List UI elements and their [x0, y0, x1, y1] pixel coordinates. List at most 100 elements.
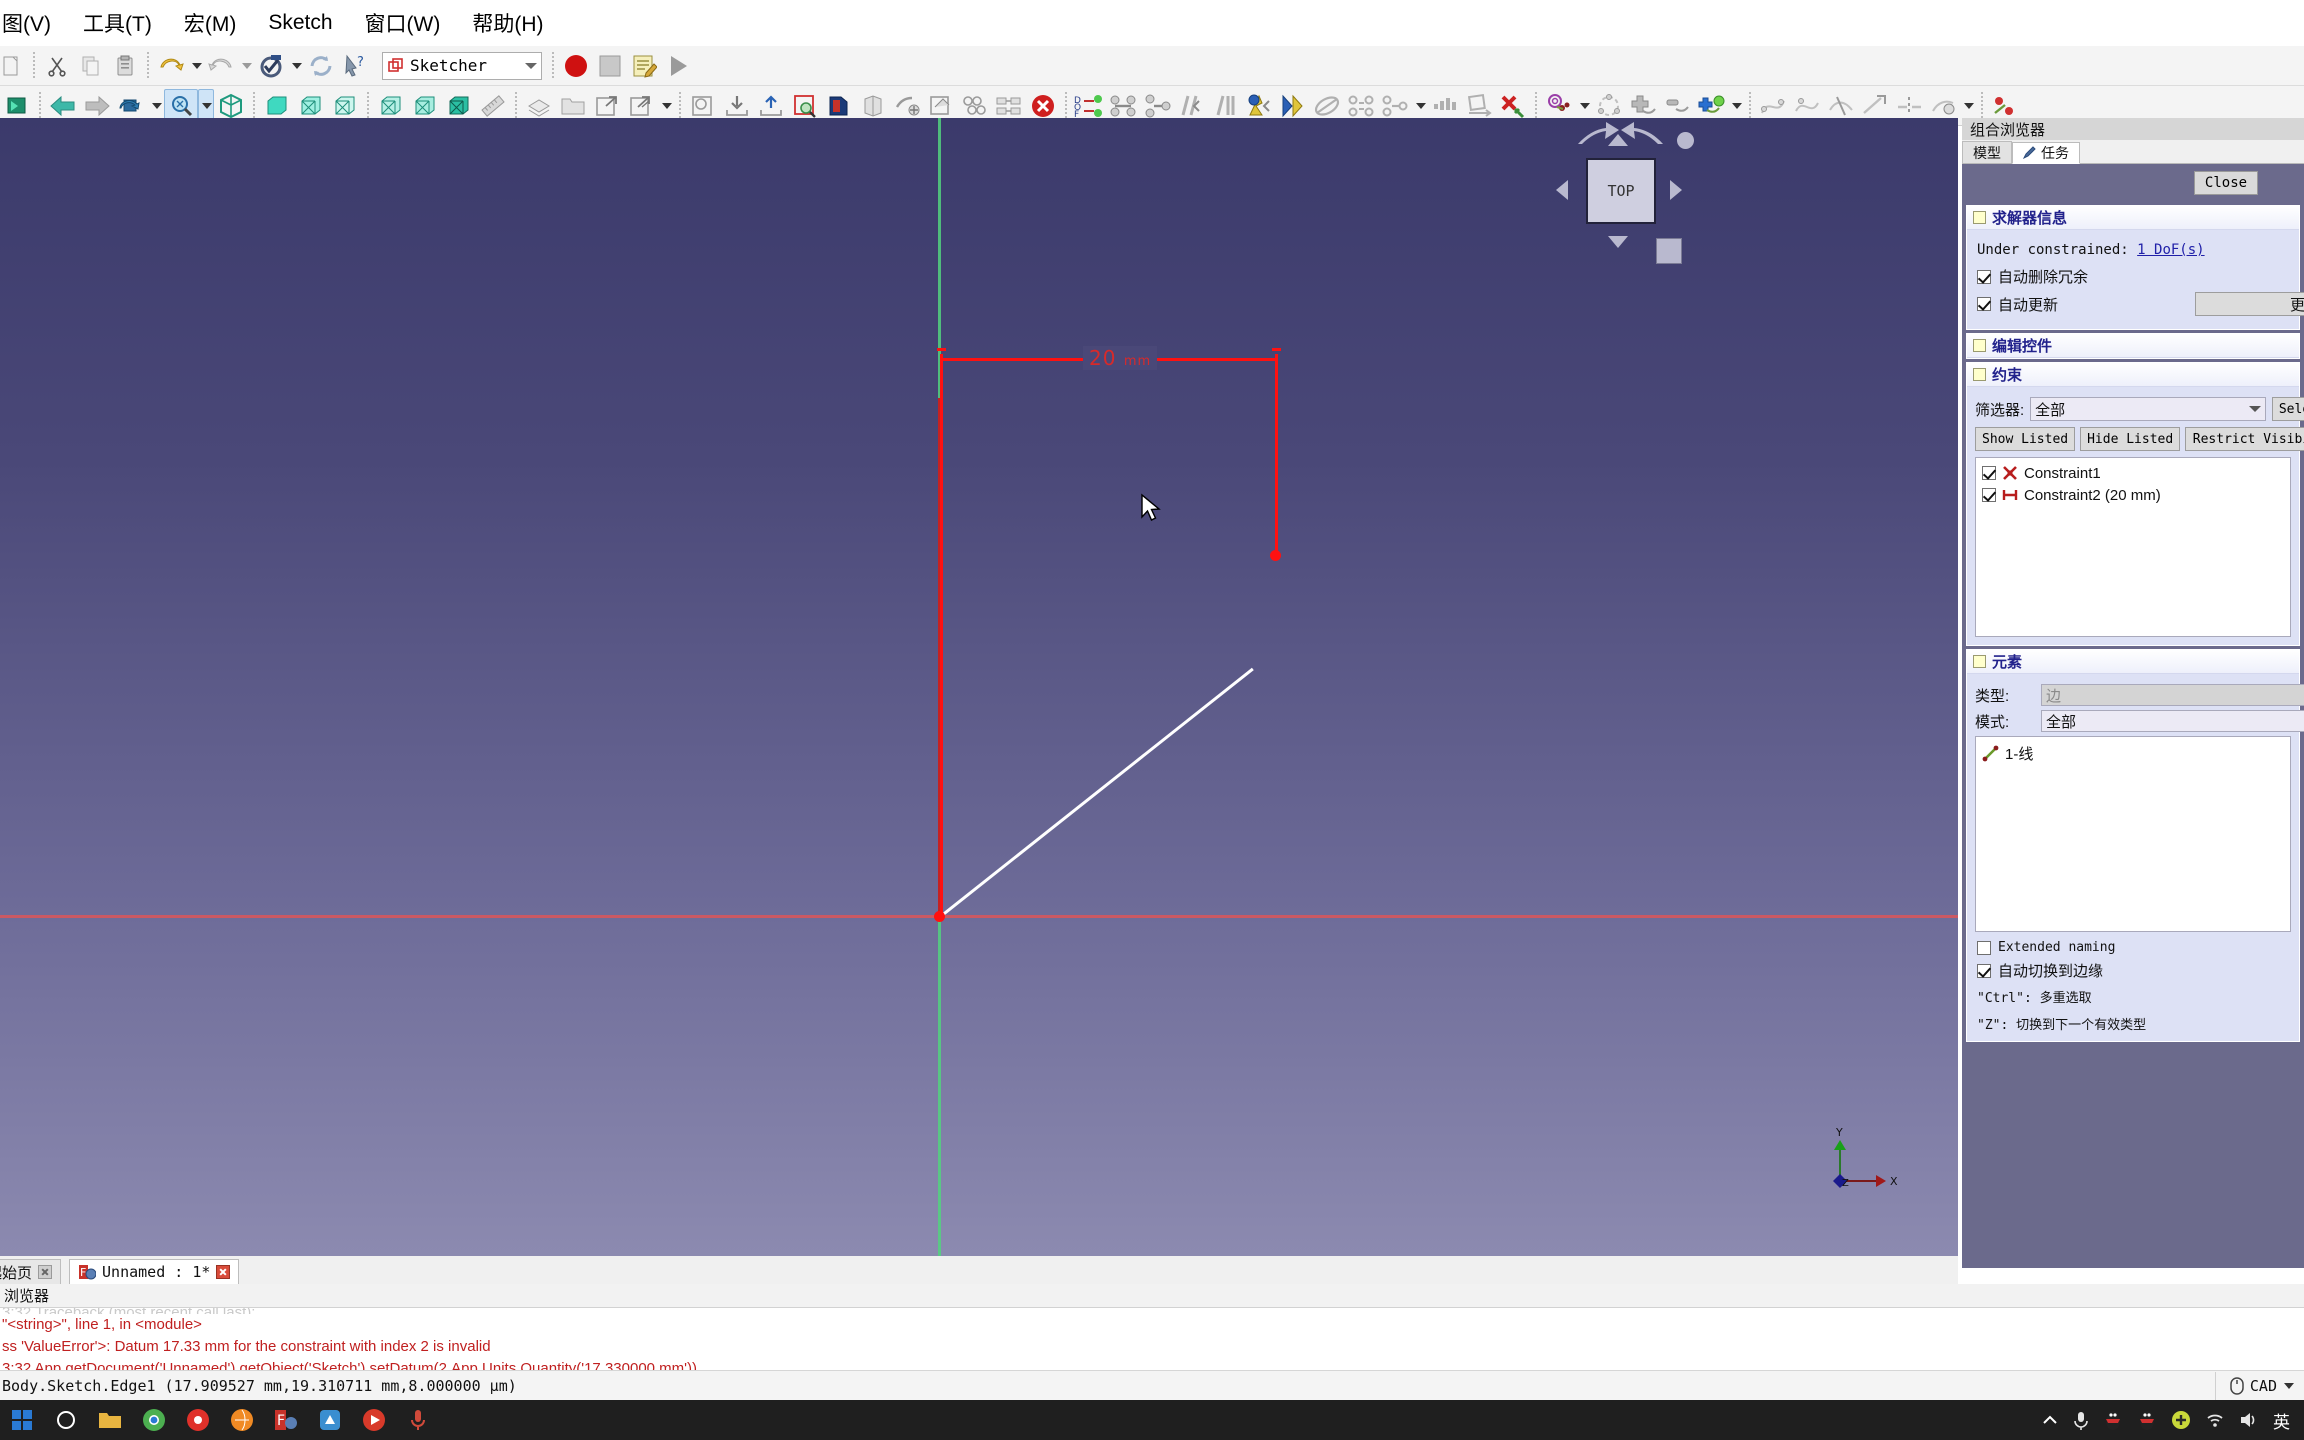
tab-model[interactable]: 模型 [1962, 141, 2012, 163]
edit-controls-header[interactable]: 编辑控件 [1967, 334, 2299, 358]
macro-record-button[interactable] [559, 49, 593, 83]
refresh-check-icon[interactable] [254, 49, 288, 83]
elements-header[interactable]: 元素 [1967, 650, 2299, 674]
add-plus-icon[interactable] [2171, 1410, 2191, 1430]
workbench-selector[interactable]: Sketcher [382, 51, 542, 80]
toolbar-separator [253, 91, 255, 120]
hide-listed-button[interactable]: Hide Listed [2080, 427, 2181, 451]
list-item[interactable]: Constraint1 [1978, 462, 2288, 484]
microphone-icon[interactable] [2073, 1410, 2089, 1430]
undo-dropdown-arrow[interactable] [188, 49, 204, 83]
auto-switch-edge-row[interactable]: 自动切换到边缘 [1977, 960, 2291, 981]
whats-this-icon[interactable]: ? [338, 49, 372, 83]
constraints-list[interactable]: Constraint1 Constraint2 (20 mm) [1975, 457, 2291, 637]
doc-tab-start-page-label: 起始页 [0, 1263, 33, 1282]
report-line: 3:32 App.getDocument('Unnamed').getObjec… [2, 1360, 698, 1370]
auto-remove-redundant-row[interactable]: 自动删除冗余 [1977, 266, 2291, 287]
svg-text:Z: Z [1842, 1178, 1849, 1189]
sketch-point-end[interactable] [1270, 550, 1281, 561]
cortana-search-icon[interactable] [44, 1400, 88, 1440]
volume-icon[interactable] [2239, 1411, 2259, 1429]
freecad-taskbar-icon[interactable]: F [264, 1400, 308, 1440]
ime-indicator[interactable]: 英 [2273, 1408, 2290, 1433]
start-button-icon[interactable] [0, 1400, 44, 1440]
menu-macro[interactable]: 宏(M) [168, 4, 252, 42]
cut-icon[interactable] [40, 49, 74, 83]
element-mode-value[interactable]: 全部 [2041, 710, 2304, 732]
toolbar-separator [515, 91, 517, 120]
navigation-cube[interactable]: TOP [1548, 118, 1698, 264]
menu-sketch[interactable]: Sketch [252, 7, 348, 39]
qq-penguin-icon[interactable] [2103, 1410, 2123, 1430]
app-icon[interactable] [308, 1400, 352, 1440]
extended-naming-checkbox[interactable] [1977, 940, 1991, 955]
tab-tasks[interactable]: 任务 [2012, 142, 2080, 164]
group-expand-icon[interactable] [1973, 211, 1986, 224]
auto-switch-edge-checkbox[interactable] [1977, 963, 1991, 978]
sketch-line-edge1[interactable] [940, 667, 1254, 918]
new-doc-icon[interactable] [0, 49, 28, 83]
wifi-icon[interactable] [2205, 1411, 2225, 1429]
microphone-taskbar-icon[interactable] [396, 1400, 440, 1440]
redo-icon[interactable] [204, 49, 238, 83]
media-icon[interactable] [352, 1400, 396, 1440]
dimension-left-tick [937, 348, 946, 351]
dof-link[interactable]: 1 DoF(s) [2137, 242, 2204, 258]
undo-icon[interactable] [154, 49, 188, 83]
close-icon[interactable] [216, 1265, 231, 1279]
navcube-arrows[interactable] [1548, 118, 1698, 258]
constraints-select-button[interactable]: Selec [2271, 397, 2304, 421]
report-view[interactable]: 3:32 Traceback (most recent call last): … [0, 1308, 2304, 1370]
music-player-icon[interactable] [176, 1400, 220, 1440]
constraints-filter-select[interactable]: 全部 [2030, 397, 2266, 421]
extended-naming-row[interactable]: Extended naming [1977, 940, 2291, 955]
dimension-value: 20 [1089, 346, 1117, 370]
redo-dropdown-arrow[interactable] [238, 49, 254, 83]
constraint1-checkbox[interactable] [1982, 466, 1996, 480]
auto-update-checkbox[interactable] [1977, 297, 1991, 311]
copy-icon[interactable] [74, 49, 108, 83]
menu-bar: 图(V) 工具(T) 宏(M) Sketch 窗口(W) 帮助(H) [0, 0, 2304, 46]
auto-remove-redundant-checkbox[interactable] [1977, 269, 1991, 284]
qq-penguin-icon[interactable] [2137, 1410, 2157, 1430]
elements-list[interactable]: 1-线 [1975, 736, 2291, 932]
group-expand-icon[interactable] [1973, 368, 1986, 381]
constraints-header[interactable]: 约束 [1967, 363, 2299, 387]
chevron-down-icon[interactable] [2284, 1382, 2294, 1389]
macro-stop-button[interactable] [593, 49, 627, 83]
browser-icon[interactable] [220, 1400, 264, 1440]
group-expand-icon[interactable] [1973, 339, 1986, 352]
auto-update-row[interactable]: 自动更新 更新 [1977, 292, 2304, 316]
show-listed-button[interactable]: Show Listed [1975, 427, 2076, 451]
menu-tools[interactable]: 工具(T) [67, 4, 168, 42]
solver-messages-header[interactable]: 求解器信息 [1967, 206, 2299, 230]
solver-messages-group: 求解器信息 Under constrained: 1 DoF(s) 自动删除冗余… [1966, 205, 2304, 330]
close-icon[interactable] [38, 1265, 53, 1279]
chevron-up-icon[interactable] [2041, 1413, 2059, 1427]
menu-view[interactable]: 图(V) [0, 4, 67, 42]
macro-edit-icon[interactable] [627, 49, 661, 83]
constraint2-checkbox[interactable] [1982, 488, 1996, 502]
sketch-point-origin[interactable] [934, 911, 945, 922]
doc-tab-start-page[interactable]: 起始页 [0, 1259, 62, 1284]
dimension-right-tick [1272, 348, 1281, 351]
close-button[interactable]: Close [2194, 171, 2258, 195]
list-item[interactable]: 1-线 [1978, 742, 2288, 764]
doc-tab-unnamed[interactable]: F Unnamed : 1* [69, 1259, 240, 1284]
restrict-visibility-button[interactable]: Restrict Visibil [2185, 427, 2304, 451]
macro-execute-button[interactable] [661, 49, 695, 83]
update-button[interactable]: 更新 [2195, 292, 2304, 316]
refresh-dropdown-arrow[interactable] [288, 49, 304, 83]
element-mode-label: 模式: [1975, 713, 2010, 731]
file-explorer-icon[interactable] [88, 1400, 132, 1440]
3d-viewport[interactable]: 20 mm TOP Y X Z [0, 118, 1958, 1256]
chrome-icon[interactable] [132, 1400, 176, 1440]
menu-help[interactable]: 帮助(H) [456, 4, 559, 42]
list-item[interactable]: Constraint2 (20 mm) [1978, 484, 2288, 506]
menu-window[interactable]: 窗口(W) [349, 4, 457, 42]
paste-icon[interactable] [108, 49, 142, 83]
group-expand-icon[interactable] [1973, 655, 1986, 668]
dimension-label[interactable]: 20 mm [1083, 346, 1158, 370]
refresh-icon[interactable] [304, 49, 338, 83]
navigation-mode-selector[interactable]: CAD [2214, 1371, 2304, 1400]
